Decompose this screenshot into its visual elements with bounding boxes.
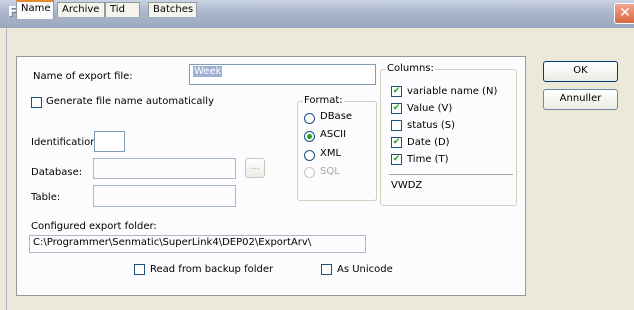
- column-value-checkbox[interactable]: ✔: [391, 103, 402, 114]
- identification-label: Identification:: [31, 137, 100, 148]
- export-file-value: Week: [193, 66, 223, 77]
- column-value-label: Value (V): [407, 103, 453, 114]
- column-status-label: status (S): [407, 120, 456, 131]
- format-xml-radio[interactable]: [304, 150, 315, 161]
- format-sql-label: SQL: [320, 166, 340, 177]
- column-time-label: Time (T): [407, 154, 449, 165]
- browse-button[interactable]: ...: [245, 158, 265, 178]
- column-date-label: Date (D): [407, 137, 450, 148]
- columns-code: VWDZ: [391, 180, 423, 191]
- table-input[interactable]: [93, 185, 236, 207]
- tab-tid[interactable]: Tid: [105, 2, 140, 17]
- columns-divider: [389, 174, 513, 175]
- database-label: Database:: [31, 167, 83, 178]
- generate-label: Generate file name automatically: [46, 96, 215, 107]
- ok-button[interactable]: OK: [543, 61, 618, 82]
- backup-checkbox[interactable]: [134, 264, 145, 275]
- tab-label: Name: [21, 3, 51, 14]
- browse-label: ...: [250, 161, 260, 172]
- export-file-input[interactable]: Week: [189, 64, 376, 85]
- configured-folder-value: C:\Programmer\Senmatic\SuperLink4\DEP02\…: [33, 237, 312, 248]
- column-time-checkbox[interactable]: ✔: [391, 154, 402, 165]
- tab-batches[interactable]: Batches: [148, 2, 197, 17]
- format-xml-label: XML: [320, 148, 342, 159]
- export-file-label: Name of export file:: [33, 71, 133, 82]
- configured-folder-field: C:\Programmer\Senmatic\SuperLink4\DEP02\…: [29, 235, 366, 253]
- cancel-button[interactable]: Annuller: [543, 89, 618, 110]
- tab-label: Archive: [62, 4, 100, 15]
- tab-label: Tid: [110, 4, 125, 15]
- tab-archive[interactable]: Archive: [57, 2, 105, 17]
- column-status-checkbox[interactable]: [391, 120, 402, 131]
- close-icon: ✕: [619, 5, 631, 21]
- tab-name[interactable]: Name: [16, 0, 54, 19]
- table-label: Table:: [31, 192, 61, 203]
- backup-label: Read from backup folder: [150, 264, 274, 275]
- unicode-label: As Unicode: [337, 264, 393, 275]
- column-variable-name-checkbox[interactable]: ✔: [391, 86, 402, 97]
- cancel-label: Annuller: [559, 93, 602, 104]
- format-dbase-radio[interactable]: [304, 113, 315, 124]
- database-input[interactable]: [93, 158, 236, 179]
- configured-folder-label: Configured export folder:: [31, 221, 157, 232]
- format-dbase-label: DBase: [320, 111, 353, 122]
- tab-label: Batches: [153, 4, 194, 15]
- format-sql-radio[interactable]: [304, 167, 315, 178]
- unicode-checkbox[interactable]: [321, 264, 332, 275]
- generate-checkbox[interactable]: [31, 97, 42, 108]
- column-variable-name-label: variable name (N): [407, 86, 498, 97]
- format-ascii-radio[interactable]: [304, 131, 315, 142]
- identification-input[interactable]: [94, 131, 125, 152]
- format-title: Format:: [303, 95, 344, 106]
- close-button[interactable]: ✕: [614, 3, 634, 24]
- format-ascii-label: ASCII: [320, 129, 347, 140]
- columns-title: Columns:: [386, 63, 435, 74]
- ok-label: OK: [573, 65, 588, 76]
- column-date-checkbox[interactable]: ✔: [391, 137, 402, 148]
